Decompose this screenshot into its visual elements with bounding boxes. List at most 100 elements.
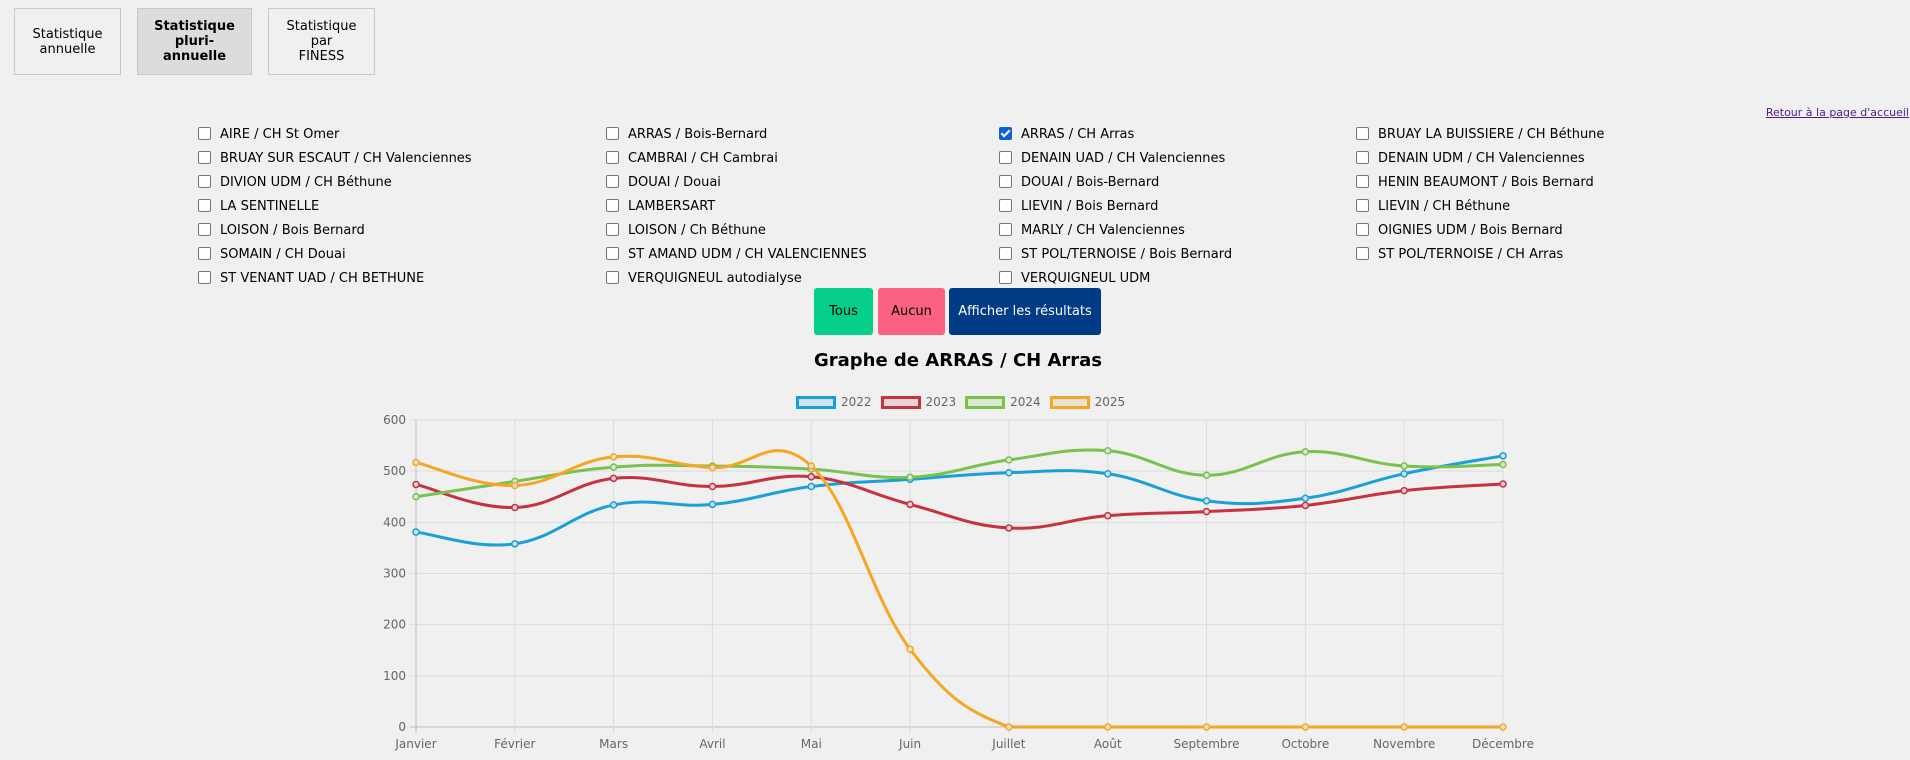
data-point [1103, 446, 1112, 455]
legend-swatch [1049, 395, 1090, 409]
site-label: BRUAY LA BUISSIERE / CH Béthune [1378, 126, 1605, 142]
site-option[interactable]: LA SENTINELLE [196, 194, 604, 218]
data-point [807, 473, 816, 481]
site-checkbox[interactable] [999, 270, 1012, 284]
site-checkbox[interactable] [198, 270, 211, 284]
data-point [807, 465, 816, 473]
x-tick-label: Novembre [1373, 737, 1435, 751]
site-label: LIEVIN / CH Béthune [1378, 198, 1511, 214]
data-point [412, 480, 420, 489]
site-checkbox[interactable] [606, 198, 619, 212]
site-option[interactable]: ST POL/TERNOISE / Bois Bernard [997, 242, 1354, 266]
x-tick-label: Juin [898, 737, 921, 751]
site-option[interactable]: LIEVIN / CH Béthune [1354, 194, 1654, 218]
site-checkbox[interactable] [999, 198, 1012, 212]
site-option[interactable]: DENAIN UDM / CH Valenciennes [1354, 146, 1654, 170]
site-option[interactable]: DIVION UDM / CH Béthune [196, 170, 604, 194]
site-label: SOMAIN / CH Douai [220, 246, 346, 262]
data-point [708, 500, 717, 509]
site-checkbox[interactable] [1356, 246, 1369, 260]
site-option[interactable]: AIRE / CH St Omer [196, 122, 604, 146]
site-option[interactable]: ST AMAND UDM / CH VALENCIENNES [604, 242, 997, 266]
site-option[interactable]: HENIN BEAUMONT / Bois Bernard [1354, 170, 1654, 194]
series-line [415, 454, 1504, 547]
tab-finess-stats[interactable]: Statistique par FINESS [268, 8, 375, 75]
site-option[interactable]: MARLY / CH Valenciennes [997, 218, 1354, 242]
data-point [511, 503, 519, 512]
site-checkbox[interactable] [1356, 126, 1369, 140]
site-checkbox[interactable] [999, 222, 1012, 236]
site-checkbox[interactable] [1356, 174, 1369, 188]
data-point [708, 463, 717, 472]
site-checkbox[interactable] [606, 174, 619, 188]
site-option[interactable]: ARRAS / CH Arras [997, 122, 1354, 146]
x-tick-label: Septembre [1174, 737, 1240, 751]
site-checkbox[interactable] [198, 174, 211, 188]
site-option[interactable]: LOISON / Ch Béthune [604, 218, 997, 242]
site-option[interactable]: LIEVIN / Bois Bernard [997, 194, 1354, 218]
site-label: ST VENANT UAD / CH BETHUNE [220, 270, 425, 286]
site-label: ST AMAND UDM / CH VALENCIENNES [628, 246, 867, 262]
site-label: CAMBRAI / CH Cambrai [628, 150, 778, 166]
site-checkbox[interactable] [999, 126, 1012, 140]
site-checkbox[interactable] [198, 198, 211, 212]
site-checkbox[interactable] [999, 174, 1012, 188]
site-checkbox[interactable] [198, 246, 211, 260]
data-point [511, 540, 519, 548]
site-checkbox[interactable] [606, 222, 619, 236]
data-point [1301, 501, 1310, 510]
site-option[interactable]: ARRAS / Bois-Bernard [604, 122, 997, 146]
legend-item[interactable]: 2023 [880, 395, 956, 409]
site-option[interactable]: BRUAY SUR ESCAUT / CH Valenciennes [196, 146, 604, 170]
site-checkbox[interactable] [198, 150, 211, 164]
site-option[interactable]: LOISON / Bois Bernard [196, 218, 604, 242]
site-checkbox[interactable] [606, 270, 619, 284]
site-label: DOUAI / Bois-Bernard [1021, 174, 1160, 190]
site-option[interactable]: DOUAI / Douai [604, 170, 997, 194]
site-checkbox[interactable] [606, 126, 619, 140]
site-option[interactable]: DOUAI / Bois-Bernard [997, 170, 1354, 194]
site-checkbox[interactable] [999, 150, 1012, 164]
legend-item[interactable]: 2025 [1049, 395, 1125, 409]
site-option[interactable]: SOMAIN / CH Douai [196, 242, 604, 266]
site-option[interactable]: VERQUIGNEUL UDM [997, 266, 1354, 290]
x-tick-label: Février [494, 737, 535, 751]
site-option[interactable]: ST POL/TERNOISE / CH Arras [1354, 242, 1654, 266]
site-option[interactable]: OIGNIES UDM / Bois Bernard [1354, 218, 1654, 242]
home-link[interactable]: Retour à la page d'accueil [1766, 106, 1909, 119]
tab-multi-year-stats[interactable]: Statistique pluri- annuelle [137, 8, 252, 75]
site-checkbox[interactable] [1356, 198, 1369, 212]
data-point [412, 493, 420, 501]
legend-item[interactable]: 2022 [796, 395, 872, 409]
site-checkbox[interactable] [1356, 150, 1369, 164]
site-option[interactable]: DENAIN UAD / CH Valenciennes [997, 146, 1354, 170]
tab-annual-stats[interactable]: Statistique annuelle [14, 8, 121, 75]
legend-item[interactable]: 2024 [965, 395, 1041, 409]
site-label: DOUAI / Douai [628, 174, 721, 190]
site-option[interactable]: CAMBRAI / CH Cambrai [604, 146, 997, 170]
site-checkbox[interactable] [198, 222, 211, 236]
site-checkbox[interactable] [606, 246, 619, 260]
site-checkbox[interactable] [1356, 222, 1369, 236]
legend-swatch [796, 395, 836, 409]
site-label: ST POL/TERNOISE / Bois Bernard [1021, 246, 1233, 262]
select-all-button[interactable]: Tous [814, 288, 873, 335]
site-label: MARLY / CH Valenciennes [1021, 222, 1185, 238]
site-checkbox[interactable] [999, 246, 1012, 260]
site-checkbox[interactable] [606, 150, 619, 164]
data-point [1400, 723, 1408, 731]
site-option[interactable]: VERQUIGNEUL autodialyse [604, 266, 997, 290]
site-label: DENAIN UAD / CH Valenciennes [1021, 150, 1226, 166]
site-option[interactable]: BRUAY LA BUISSIERE / CH Béthune [1354, 122, 1654, 146]
data-point [609, 463, 618, 471]
data-point [1005, 723, 1013, 731]
site-option[interactable]: ST VENANT UAD / CH BETHUNE [196, 266, 604, 290]
site-checkbox[interactable] [198, 126, 211, 140]
site-label: OIGNIES UDM / Bois Bernard [1378, 222, 1563, 238]
select-none-button[interactable]: Aucun [878, 288, 945, 335]
site-label: VERQUIGNEUL UDM [1021, 270, 1151, 286]
show-results-button[interactable]: Afficher les résultats [949, 288, 1101, 335]
site-option[interactable]: LAMBERSART [604, 194, 997, 218]
data-point [1301, 494, 1310, 503]
data-point [1005, 468, 1013, 477]
